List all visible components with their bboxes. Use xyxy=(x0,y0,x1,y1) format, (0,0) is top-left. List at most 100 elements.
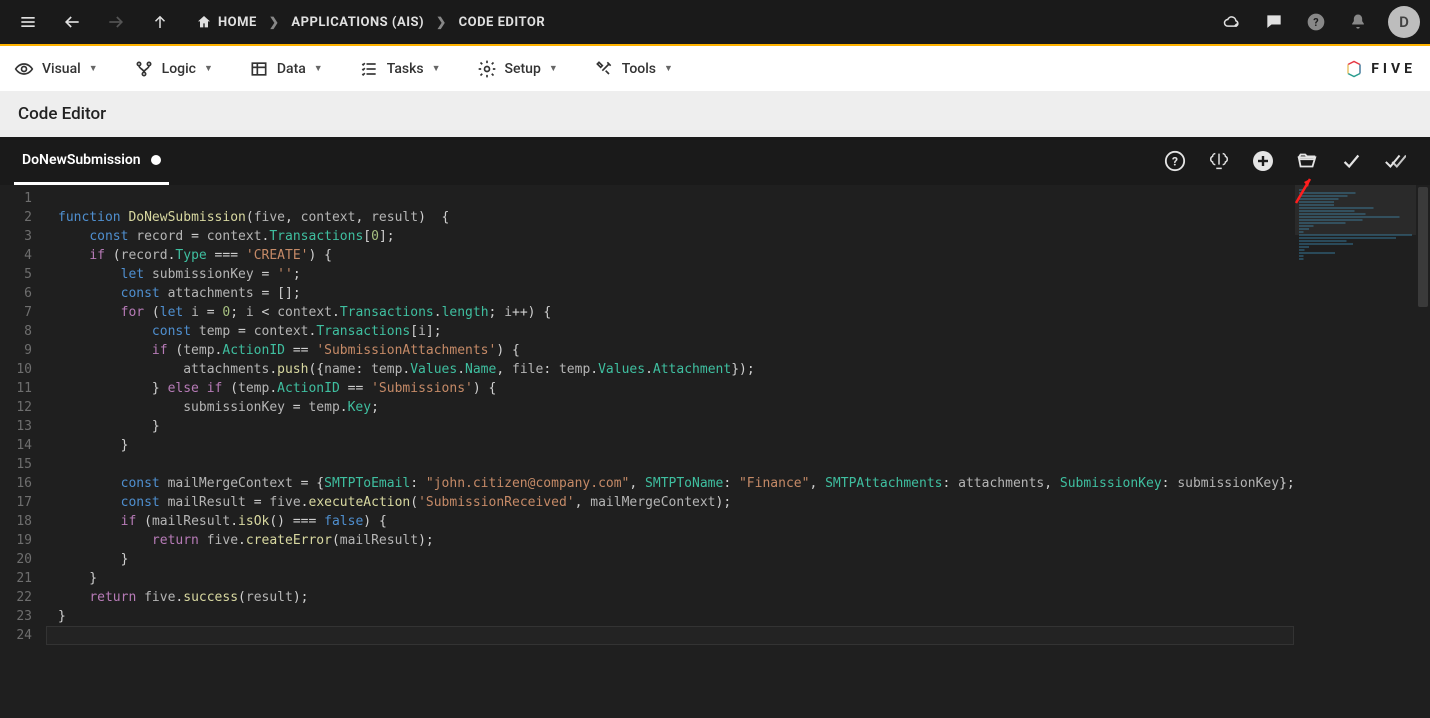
code-content: } xyxy=(46,417,160,436)
chevron-down-icon: ▼ xyxy=(204,63,213,74)
code-content xyxy=(46,626,1294,645)
line-number: 16 xyxy=(0,474,46,493)
code-line[interactable]: 9 if (temp.ActionID == 'SubmissionAttach… xyxy=(0,341,1294,360)
line-number: 1 xyxy=(0,189,46,208)
menu-setup[interactable]: Setup▼ xyxy=(477,59,558,79)
code-content: const temp = context.Transactions[i]; xyxy=(46,322,442,341)
svg-text:?: ? xyxy=(1172,155,1178,169)
line-number: 2 xyxy=(0,208,46,227)
menu-tools-label: Tools xyxy=(622,61,656,77)
code-line[interactable]: 10 attachments.push({name: temp.Values.N… xyxy=(0,360,1294,379)
help-icon[interactable]: ? xyxy=(1298,4,1334,40)
code-line[interactable]: 18 if (mailResult.isOk() === false) { xyxy=(0,512,1294,531)
menu-visual-label: Visual xyxy=(42,61,81,77)
cloud-icon[interactable] xyxy=(1214,4,1250,40)
code-content: let submissionKey = ''; xyxy=(46,265,301,284)
line-number: 18 xyxy=(0,512,46,531)
code-line[interactable]: 3 const record = context.Transactions[0]… xyxy=(0,227,1294,246)
breadcrumb-code-editor[interactable]: CODE EDITOR xyxy=(459,15,546,30)
code-line[interactable]: 19 return five.createError(mailResult); xyxy=(0,531,1294,550)
hamburger-menu-icon[interactable] xyxy=(10,4,46,40)
code-line[interactable]: 4 if (record.Type === 'CREATE') { xyxy=(0,246,1294,265)
line-number: 8 xyxy=(0,322,46,341)
check-save-icon[interactable] xyxy=(1336,146,1366,176)
menu-logic[interactable]: Logic▼ xyxy=(134,59,213,79)
tab-donewsubmission[interactable]: DoNewSubmission xyxy=(14,137,169,185)
chevron-down-icon: ▼ xyxy=(664,63,673,74)
code-content: if (mailResult.isOk() === false) { xyxy=(46,512,387,531)
code-line[interactable]: 22 return five.success(result); xyxy=(0,588,1294,607)
code-line[interactable]: 17 const mailResult = five.executeAction… xyxy=(0,493,1294,512)
menu-setup-label: Setup xyxy=(505,61,541,77)
code-line[interactable]: 23} xyxy=(0,607,1294,626)
five-logo-icon xyxy=(1345,60,1363,78)
code-content: if (record.Type === 'CREATE') { xyxy=(46,246,332,265)
line-number: 9 xyxy=(0,341,46,360)
editor-area: 1 2function DoNewSubmission(five, contex… xyxy=(0,185,1430,718)
code-line[interactable]: 12 submissionKey = temp.Key; xyxy=(0,398,1294,417)
tab-label: DoNewSubmission xyxy=(22,152,141,168)
open-folder-icon[interactable] xyxy=(1292,146,1322,176)
code-line[interactable]: 24 xyxy=(0,626,1294,645)
page-title: Code Editor xyxy=(18,104,106,124)
editor-toolbar: ? xyxy=(1160,137,1416,185)
menu-tools[interactable]: Tools ▼ xyxy=(594,59,673,79)
code-content: attachments.push({name: temp.Values.Name… xyxy=(46,360,755,379)
code-line[interactable]: 20 } xyxy=(0,550,1294,569)
menu-data-label: Data xyxy=(277,61,306,77)
nav-back-icon[interactable] xyxy=(54,4,90,40)
avatar[interactable]: D xyxy=(1388,6,1420,38)
chat-icon[interactable] xyxy=(1256,4,1292,40)
code-line[interactable]: 5 let submissionKey = ''; xyxy=(0,265,1294,284)
add-icon[interactable] xyxy=(1248,146,1278,176)
page-subheader: Code Editor xyxy=(0,91,1430,137)
line-number: 6 xyxy=(0,284,46,303)
breadcrumb-applications-label: APPLICATIONS (AIS) xyxy=(291,15,424,30)
code-line[interactable]: 1 xyxy=(0,189,1294,208)
line-number: 22 xyxy=(0,588,46,607)
nav-up-icon[interactable] xyxy=(142,4,178,40)
unsaved-dot-icon xyxy=(151,155,161,165)
code-line[interactable]: 6 const attachments = []; xyxy=(0,284,1294,303)
nav-forward-icon xyxy=(98,4,134,40)
bell-icon[interactable] xyxy=(1340,4,1376,40)
code-content: } xyxy=(46,436,128,455)
breadcrumb: HOME ❯ APPLICATIONS (AIS) ❯ CODE EDITOR xyxy=(196,14,545,30)
line-number: 14 xyxy=(0,436,46,455)
code-content: } else if (temp.ActionID == 'Submissions… xyxy=(46,379,496,398)
line-number: 10 xyxy=(0,360,46,379)
code-line[interactable]: 15 xyxy=(0,455,1294,474)
code-content: return five.success(result); xyxy=(46,588,309,607)
brain-ai-icon[interactable] xyxy=(1204,146,1234,176)
code-line[interactable]: 21 } xyxy=(0,569,1294,588)
breadcrumb-home[interactable]: HOME xyxy=(196,14,257,30)
code-content: const record = context.Transactions[0]; xyxy=(46,227,395,246)
chevron-right-icon: ❯ xyxy=(436,15,447,29)
avatar-letter: D xyxy=(1399,13,1409,31)
breadcrumb-applications[interactable]: APPLICATIONS (AIS) xyxy=(291,15,424,30)
code-line[interactable]: 7 for (let i = 0; i < context.Transactio… xyxy=(0,303,1294,322)
code-content: submissionKey = temp.Key; xyxy=(46,398,379,417)
code-line[interactable]: 11 } else if (temp.ActionID == 'Submissi… xyxy=(0,379,1294,398)
code-content: for (let i = 0; i < context.Transactions… xyxy=(46,303,551,322)
code-line[interactable]: 16 const mailMergeContext = {SMTPToEmail… xyxy=(0,474,1294,493)
menu-data[interactable]: Data▼ xyxy=(249,59,323,79)
menu-visual[interactable]: Visual▼ xyxy=(14,59,98,79)
line-number: 3 xyxy=(0,227,46,246)
code-content: const mailMergeContext = {SMTPToEmail: "… xyxy=(46,474,1294,493)
main-menu-bar: Visual▼ Logic▼ Data▼ Tasks▼ Setup▼ Tools… xyxy=(0,46,1430,91)
minimap[interactable] xyxy=(1294,185,1416,718)
line-number: 5 xyxy=(0,265,46,284)
menu-tasks[interactable]: Tasks▼ xyxy=(359,59,441,79)
code-editor[interactable]: 1 2function DoNewSubmission(five, contex… xyxy=(0,185,1294,718)
line-number: 12 xyxy=(0,398,46,417)
code-line[interactable]: 2function DoNewSubmission(five, context,… xyxy=(0,208,1294,227)
help-lightbulb-icon[interactable]: ? xyxy=(1160,146,1190,176)
code-line[interactable]: 13 } xyxy=(0,417,1294,436)
code-line[interactable]: 14 } xyxy=(0,436,1294,455)
vertical-scrollbar[interactable] xyxy=(1416,185,1430,718)
double-check-icon[interactable] xyxy=(1380,146,1410,176)
code-line[interactable]: 8 const temp = context.Transactions[i]; xyxy=(0,322,1294,341)
line-number: 15 xyxy=(0,455,46,474)
topbar-right-group: ? D xyxy=(1214,4,1420,40)
